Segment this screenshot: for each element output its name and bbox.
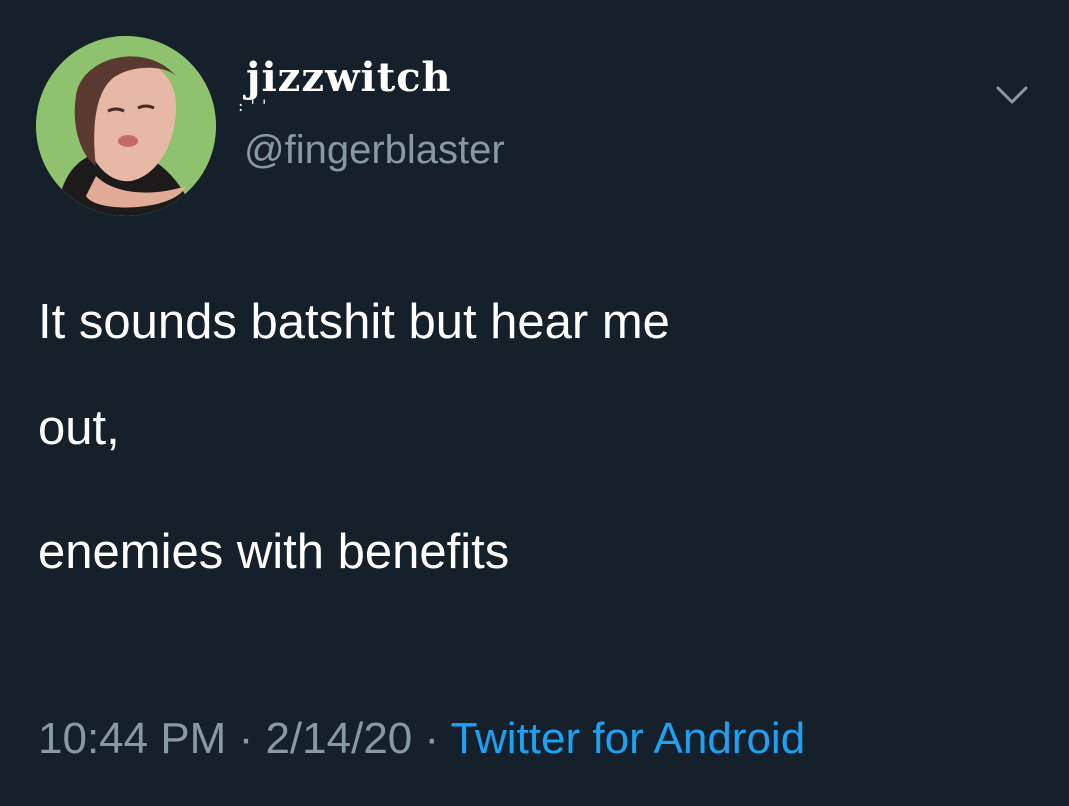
tweet-date[interactable]: 2/14/20 — [265, 714, 412, 763]
display-name[interactable]: jizzwitch : ' ' — [238, 58, 452, 114]
tweet-time[interactable]: 10:44 PM — [38, 714, 226, 763]
tweet-metadata: 10:44 PM · 2/14/20 · Twitter for Android — [38, 717, 805, 761]
tweet-text-line: It sounds batshit but hear me — [38, 295, 670, 349]
meta-separator: · — [412, 714, 451, 763]
tweet-source-link[interactable]: Twitter for Android — [451, 714, 806, 763]
tweet-text-line: enemies with benefits — [38, 525, 510, 579]
chevron-down-icon[interactable] — [992, 80, 1032, 110]
meta-separator: · — [226, 714, 266, 763]
tweet-card: jizzwitch : ' ' @fingerblaster It sounds… — [0, 0, 1069, 806]
display-name-marks: : ' ' — [238, 96, 268, 115]
display-name-text: jizzwitch — [246, 54, 452, 101]
profile-photo-icon — [36, 36, 216, 216]
tweet-text-line: out, — [38, 401, 120, 455]
user-handle[interactable]: @fingerblaster — [244, 130, 505, 170]
avatar[interactable] — [36, 36, 216, 216]
